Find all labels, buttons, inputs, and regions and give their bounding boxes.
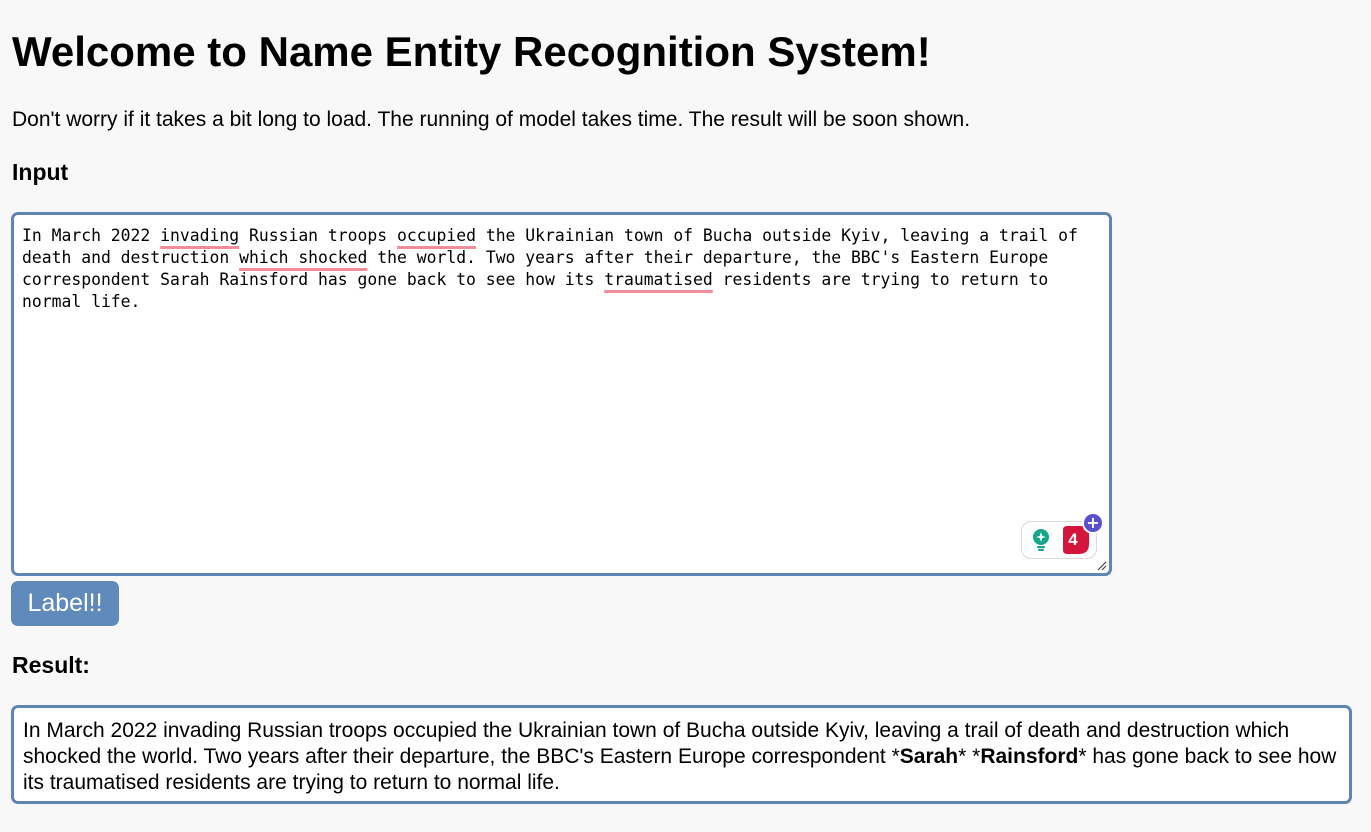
writing-assistant-widget[interactable]: 4 + <box>1021 512 1104 559</box>
input-text-segment: Russian troops <box>239 226 397 245</box>
result-heading: Result: <box>12 652 90 678</box>
issues-count: 4 <box>1068 530 1078 549</box>
spellcheck-flagged-word[interactable]: invading <box>160 226 239 245</box>
label-button[interactable]: Label!! <box>11 581 119 626</box>
lightbulb-icon[interactable] <box>1032 529 1050 551</box>
spellcheck-flagged-word[interactable]: which shocked <box>239 248 367 267</box>
result-text: In March 2022 invading Russian troops oc… <box>23 718 1339 796</box>
entity-person: Sarah <box>899 745 959 768</box>
spellcheck-flagged-word[interactable]: traumatised <box>604 270 713 289</box>
result-box: In March 2022 invading Russian troops oc… <box>11 705 1352 804</box>
result-text-part: * * <box>958 745 981 768</box>
loading-notice: Don't worry if it takes a bit long to lo… <box>12 108 971 131</box>
entity-person: Rainsford <box>980 745 1079 768</box>
input-text-segment: In March 2022 <box>22 226 161 245</box>
input-textarea[interactable]: In March 2022 invading Russian troops oc… <box>11 212 1112 576</box>
input-heading: Input <box>12 159 69 185</box>
input-textarea-content[interactable]: In March 2022 invading Russian troops oc… <box>22 225 1089 313</box>
resize-handle-icon[interactable] <box>1095 559 1107 571</box>
page-title: Welcome to Name Entity Recognition Syste… <box>12 28 931 75</box>
spellcheck-flagged-word[interactable]: occupied <box>397 226 476 245</box>
plus-icon[interactable]: + <box>1082 512 1104 534</box>
page: Welcome to Name Entity Recognition Syste… <box>0 0 1371 832</box>
